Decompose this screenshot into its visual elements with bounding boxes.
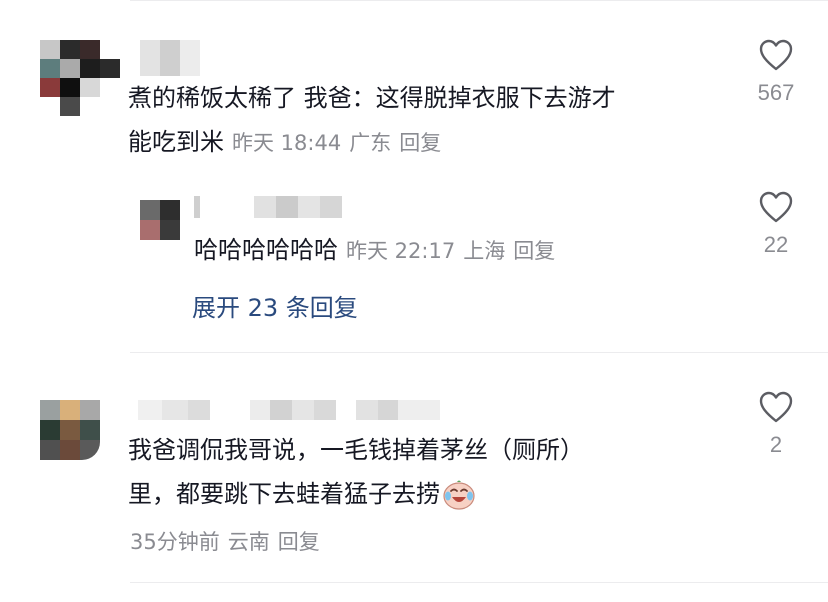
avatar[interactable] bbox=[40, 40, 120, 116]
username-blurred[interactable] bbox=[140, 40, 200, 76]
reply-button[interactable]: 回复 bbox=[278, 530, 320, 554]
reply-meta: 昨天 22:17 上海 回复 bbox=[346, 239, 556, 263]
like-count: 567 bbox=[757, 80, 795, 105]
bottom-divider bbox=[130, 582, 828, 583]
heart-icon bbox=[759, 39, 793, 71]
comment-meta: 35分钟前 云南 回复 bbox=[130, 530, 320, 554]
comment-text: 我爸调侃我哥说，一毛钱掉着茅丝（厕所） 里，都要跳下去蛙着猛子去捞 bbox=[128, 428, 584, 524]
reply-like-button[interactable]: 22 bbox=[746, 190, 806, 258]
avatar[interactable] bbox=[40, 400, 100, 460]
like-button[interactable]: 2 bbox=[746, 390, 806, 458]
username-blurred[interactable] bbox=[138, 400, 440, 420]
reply-username-blurred[interactable] bbox=[194, 196, 342, 218]
reply-reply-button[interactable]: 回复 bbox=[513, 239, 555, 263]
reply-like-count: 22 bbox=[763, 232, 789, 257]
reply-text: 哈哈哈哈哈哈 昨天 22:17 上海 回复 bbox=[194, 236, 556, 264]
comment-divider bbox=[130, 352, 828, 353]
comment-text: 煮的稀饭太稀了 我爸：这得脱掉衣服下去游才 能吃到米 昨天 18:44 广东 回复 bbox=[128, 84, 616, 156]
heart-icon bbox=[759, 191, 793, 223]
heart-icon bbox=[759, 391, 793, 423]
expand-replies-link[interactable]: 展开 23 条回复 bbox=[192, 288, 358, 323]
reply-button[interactable]: 回复 bbox=[399, 131, 441, 155]
like-button[interactable]: 567 bbox=[746, 38, 806, 106]
reply-avatar[interactable] bbox=[140, 200, 180, 240]
comment-meta: 昨天 18:44 广东 回复 bbox=[232, 131, 442, 155]
laughing-crying-emoji-icon bbox=[442, 478, 476, 524]
top-divider bbox=[130, 0, 828, 1]
like-count: 2 bbox=[769, 432, 783, 457]
